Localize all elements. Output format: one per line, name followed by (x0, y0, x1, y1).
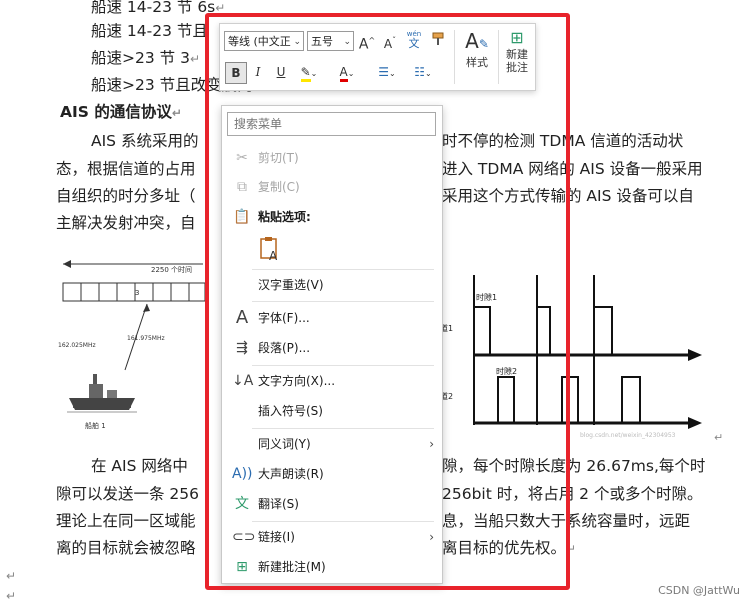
translate-icon: 文 (235, 496, 249, 512)
doc-para1-line-2b: 进入 TDMA 网络的 AIS 设备一般采用 (442, 160, 703, 178)
doc-line-speed-2: 船速 14-23 节且 (91, 22, 208, 40)
link-icon: ⊂⊃ (232, 529, 256, 545)
paragraph-mark: ↵ (6, 569, 17, 583)
phonetic-guide-button[interactable]: wén 文 (404, 29, 424, 49)
menu-item-copy[interactable]: ⧉ 复制(C) (222, 174, 442, 200)
figure-left-ship-label: 船舶 1 (85, 421, 106, 430)
paste-text-only-icon: A (260, 237, 278, 263)
doc-para1-line-3a: 自组织的时分多址（ (56, 187, 196, 205)
paste-keep-text-only-button[interactable]: A (258, 236, 284, 264)
menu-item-new-comment[interactable]: ⊞ 新建批注(M) (222, 554, 442, 580)
bold-button[interactable]: B (225, 62, 247, 84)
menu-item-link[interactable]: ⊂⊃ 链接(I) › (222, 524, 442, 550)
chevron-down-icon: ⌄ (343, 37, 351, 47)
grow-font-button[interactable]: A^ (357, 31, 377, 53)
highlighter-icon: ✎ (300, 65, 311, 82)
menu-item-translate[interactable]: 文 翻译(S) (222, 491, 442, 517)
doc-para2-line-4a: 离的目标就会被忽略 (56, 539, 196, 557)
menu-item-read-aloud[interactable]: A)) 大声朗读(R) (222, 461, 442, 487)
menu-item-paragraph[interactable]: ⇶ 段落(P)... (222, 335, 442, 361)
doc-para2-line-3a: 理论上在同一区域能 (56, 512, 196, 530)
chevron-right-icon: › (429, 437, 434, 451)
doc-para2-line-2a: 隙可以发送一条 256 (56, 485, 200, 503)
italic-button[interactable]: I (248, 62, 268, 82)
font-icon: A (235, 307, 249, 328)
menu-item-synonyms[interactable]: 同义词(Y) › (222, 431, 442, 457)
svg-text:A: A (269, 249, 278, 262)
figure-right-slot1: 时隙1 (476, 292, 497, 302)
paragraph-mark-2: ↵ (6, 589, 17, 603)
scissors-icon: ✂ (236, 150, 248, 166)
doc-para2-line-2b: 256bit 时，将占用 2 个或多个时隙。 (442, 485, 703, 503)
mini-toolbar: 等线 (中文正 ⌄ 五号 ⌄ A^ Aˇ wén 文 A✎ 样式 ⊞ 新建 批注 B… (219, 23, 536, 91)
doc-line-speed-1: 船速 14-23 节 6s↵ (91, 0, 226, 16)
doc-para1-line-1b: 时不停的检测 TDMA 信道的活动状 (442, 132, 684, 150)
doc-line-speed-3: 船速>23 节 3↵ (91, 49, 200, 67)
paragraph-icon: ⇶ (236, 340, 248, 356)
figure-left-slot-label: 3 (135, 289, 139, 297)
figure-left-freq-1: 162.025MHz (58, 342, 96, 349)
shrink-font-button[interactable]: Aˇ (380, 31, 400, 51)
chevron-down-icon: ⌄ (293, 37, 301, 47)
menu-item-cut[interactable]: ✂ 剪切(T) (222, 145, 442, 171)
csdn-watermark: CSDN @JattWu (658, 584, 740, 597)
font-color-button[interactable]: A⌄ (333, 62, 361, 82)
bullet-list-icon: ☰ (378, 65, 390, 79)
font-size-value: 五号 (311, 35, 333, 48)
doc-para2-line-1a: 在 AIS 网络中 (91, 457, 188, 475)
numbered-list-icon: ☷ (414, 65, 426, 79)
font-name-value: 等线 (中文正 (228, 35, 291, 48)
format-painter-icon[interactable] (428, 31, 448, 51)
text-direction-icon: ↓A (232, 373, 254, 389)
speaker-icon: A)) (232, 466, 253, 482)
figure-left-freq-2: 161.975MHz (127, 335, 165, 342)
copy-icon: ⧉ (237, 179, 247, 195)
menu-item-paste-options: 📋 粘贴选项: (222, 204, 442, 230)
new-comment-button[interactable]: ⊞ 新建 批注 (500, 28, 534, 74)
comment-plus-icon: ⊞ (510, 28, 524, 47)
menu-item-text-direction[interactable]: ↓A 文字方向(X)... (222, 368, 442, 394)
ship-illustration (67, 374, 137, 413)
svg-text:↵: ↵ (714, 431, 723, 444)
styles-icon: A✎ (465, 29, 489, 53)
figure-right-slot2: 时隙2 (496, 366, 517, 376)
underline-button[interactable]: U (271, 62, 291, 82)
menu-item-font[interactable]: A 字体(F)... (222, 305, 442, 331)
doc-para1-line-1a: AIS 系统采用的 (91, 132, 199, 150)
font-name-select[interactable]: 等线 (中文正 ⌄ (224, 31, 304, 51)
doc-para2-line-3b: 息，当船只数大于系统容量时，远距 (442, 512, 691, 530)
doc-para1-line-3b: 采用这个方式传输的 AIS 设备可以自 (442, 187, 694, 205)
doc-para1-line-2a: 态，根据信道的占用 (56, 160, 196, 178)
figure-slot-timing: 时隙1 时隙2 道1 道2 blog.csdn.net/weixin_42304… (440, 275, 723, 444)
menu-search-input[interactable] (227, 112, 436, 136)
doc-para2-line-4b: 离目标的优先权。↵ (442, 539, 577, 557)
doc-para1-line-4a: 主解决发射冲突，自 (56, 214, 196, 232)
bullets-button[interactable]: ☰⌄ (372, 62, 402, 82)
figure-left-label-top: 2250 个时间 (151, 265, 192, 274)
chevron-right-icon: › (429, 530, 434, 544)
figure-right-url: blog.csdn.net/weixin_42304953 (580, 432, 676, 439)
clipboard-icon: 📋 (233, 209, 251, 225)
menu-item-insert-symbol[interactable]: 插入符号(S) (222, 398, 442, 424)
comment-icon: ⊞ (236, 559, 248, 575)
numbering-button[interactable]: ☷⌄ (408, 62, 438, 82)
context-menu: ✂ 剪切(T) ⧉ 复制(C) 📋 粘贴选项: A 汉字重选(V) A 字体(F… (221, 105, 443, 584)
doc-para2-line-1b: 隙，每个时隙长度为 26.67ms,每个时 (442, 457, 706, 475)
doc-heading: AIS 的通信协议↵ (60, 103, 182, 121)
menu-item-reconvert[interactable]: 汉字重选(V) (222, 272, 442, 298)
styles-button[interactable]: A✎ 样式 (458, 29, 496, 69)
figure-tdma-frame: 2250 个时间 3 162.025MHz 161.975MHz 船舶 1 (58, 260, 205, 430)
font-size-select[interactable]: 五号 ⌄ (307, 31, 354, 51)
highlight-color-button[interactable]: ✎⌄ (295, 62, 323, 82)
